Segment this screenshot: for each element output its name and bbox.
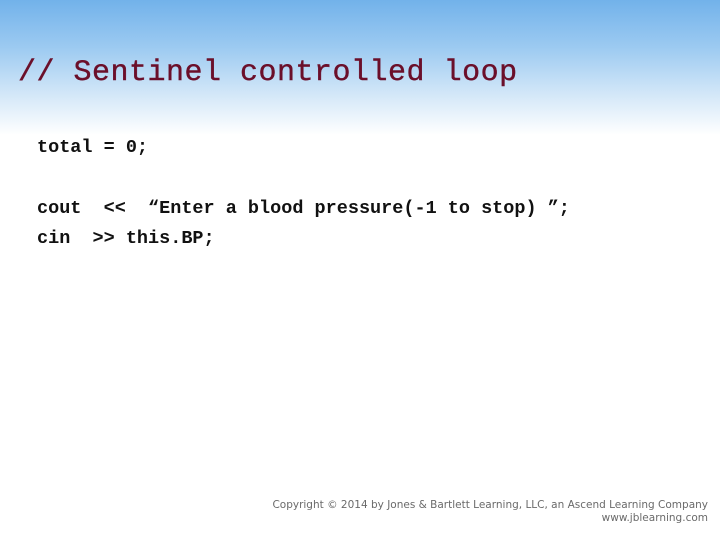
slide-title: // Sentinel controlled loop: [18, 56, 518, 90]
code-line-cout-prompt: cout << “Enter a blood pressure(-1 to st…: [37, 198, 570, 219]
code-line-total-init: total = 0;: [37, 137, 149, 158]
copyright-text: Copyright © 2014 by Jones & Bartlett Lea…: [272, 499, 708, 511]
code-line-cin-read: cin >> this.BP;: [37, 228, 215, 249]
publisher-website: www.jblearning.com: [601, 512, 708, 524]
copyright-footer: Copyright © 2014 by Jones & Bartlett Lea…: [272, 499, 708, 525]
